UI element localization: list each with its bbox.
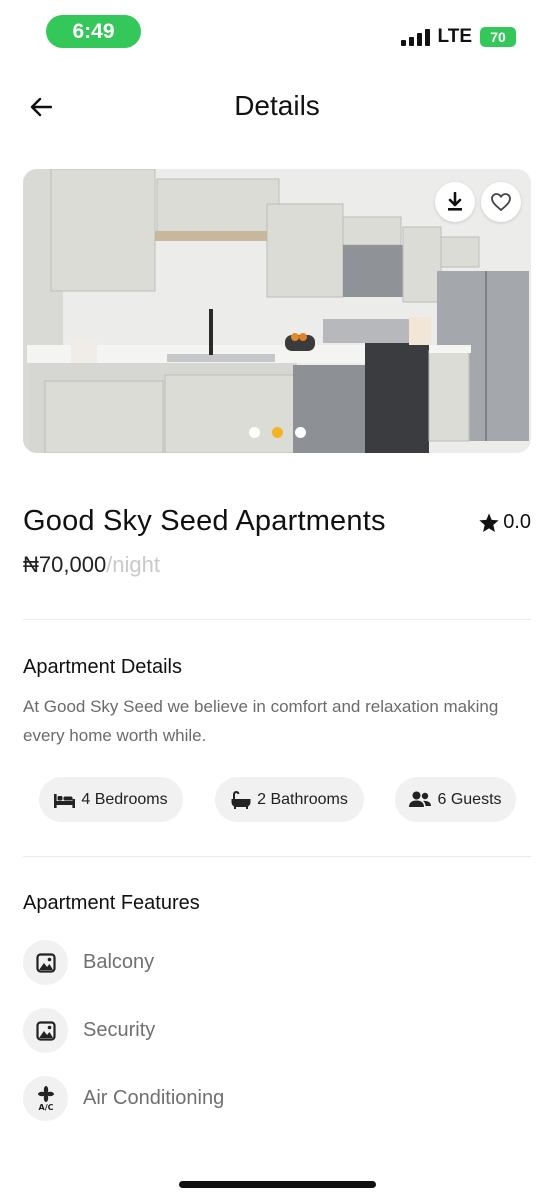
feature-label: Security bbox=[83, 1019, 156, 1041]
bathtub-icon bbox=[231, 790, 251, 809]
divider bbox=[23, 856, 531, 857]
feature-label: Air Conditioning bbox=[83, 1087, 225, 1109]
signal-icon bbox=[400, 28, 430, 46]
status-time: 6:49 bbox=[46, 15, 141, 48]
feature-item-air-conditioning: A/C Air Conditioning bbox=[23, 1076, 224, 1121]
feature-item-security: Security bbox=[23, 1008, 155, 1053]
price: ₦70,000 bbox=[23, 552, 107, 577]
features-section-title: Apartment Features bbox=[23, 892, 200, 914]
image-icon bbox=[23, 940, 68, 985]
heart-icon bbox=[491, 193, 511, 211]
carousel-dot[interactable] bbox=[294, 427, 306, 438]
divider bbox=[23, 619, 531, 620]
guests-icon bbox=[409, 791, 432, 807]
apartment-description: At Good Sky Seed we believe in comfort a… bbox=[23, 697, 499, 745]
feature-label: Balcony bbox=[83, 951, 155, 973]
carousel-indicator bbox=[23, 427, 531, 438]
ac-icon-text: A/C bbox=[38, 1103, 53, 1112]
image-icon bbox=[23, 1008, 68, 1053]
rating: 0.0 bbox=[478, 511, 531, 534]
bathrooms-chip: 2 Bathrooms bbox=[215, 777, 364, 822]
carousel-dot-active[interactable] bbox=[271, 427, 283, 438]
feature-item-balcony: Balcony bbox=[23, 940, 154, 985]
battery-icon: 70 bbox=[480, 27, 516, 47]
bedrooms-chip: 4 Bedrooms bbox=[39, 777, 183, 822]
network-type: LTE bbox=[437, 26, 472, 47]
apartment-name: Good Sky Seed Apartments bbox=[23, 505, 386, 537]
carousel-dot[interactable] bbox=[248, 427, 260, 438]
bed-icon bbox=[54, 793, 76, 808]
guests-chip: 6 Guests bbox=[395, 777, 516, 822]
details-section-title: Apartment Details bbox=[23, 656, 182, 678]
price-unit: /night bbox=[106, 552, 161, 577]
battery-level: 70 bbox=[490, 29, 506, 45]
download-icon bbox=[448, 192, 462, 211]
guests-label: 6 Guests bbox=[437, 790, 502, 808]
bathrooms-label: 2 Bathrooms bbox=[257, 790, 348, 808]
favorite-button[interactable] bbox=[481, 182, 521, 222]
bedrooms-label: 4 Bedrooms bbox=[81, 790, 168, 808]
star-icon bbox=[479, 512, 499, 532]
air-conditioner-icon: A/C bbox=[23, 1076, 68, 1121]
home-indicator[interactable] bbox=[179, 1181, 376, 1188]
rating-value: 0.0 bbox=[503, 511, 531, 533]
page-title: Details bbox=[234, 90, 320, 121]
download-button[interactable] bbox=[435, 182, 475, 222]
price-row: ₦70,000/night bbox=[23, 552, 160, 578]
status-indicators: LTE 70 bbox=[400, 26, 516, 48]
image-carousel[interactable] bbox=[23, 169, 531, 453]
